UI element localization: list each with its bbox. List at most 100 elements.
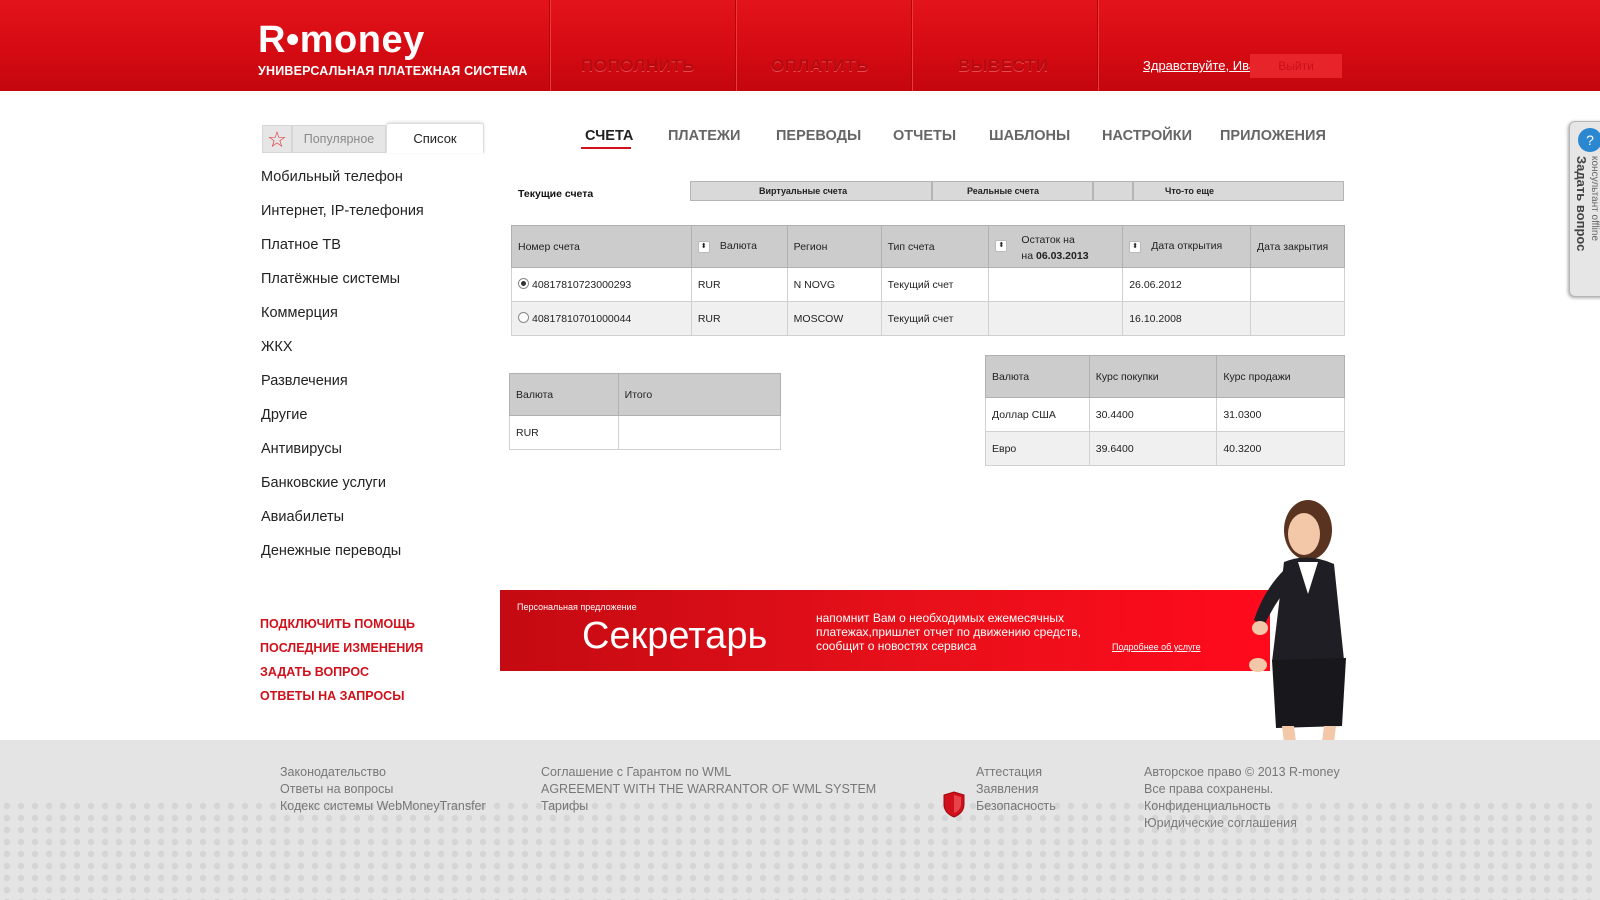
account-number: 40817810723000293	[532, 279, 632, 291]
footer-link[interactable]: Конфиденциальность	[1144, 798, 1340, 815]
account-number-cell[interactable]: 40817810701000044	[511, 301, 692, 336]
category-item[interactable]: Платное ТВ	[261, 236, 424, 270]
balance-date: 06.03.2013	[1035, 249, 1089, 262]
account-radio[interactable]	[518, 278, 529, 289]
category-item[interactable]: Развлечения	[261, 372, 424, 406]
greeting-link[interactable]: Здравствуйте, Иван	[1143, 58, 1263, 73]
footer-link[interactable]: Аттестация	[976, 764, 1056, 781]
category-item[interactable]: Денежные переводы	[261, 542, 424, 576]
sort-icon[interactable]: ⬍	[1129, 240, 1142, 253]
tab-popular[interactable]: Популярное	[292, 125, 386, 153]
chat-icon: ?	[1578, 128, 1600, 152]
col-currency[interactable]: ⬍ Валюта	[690, 225, 788, 268]
subtab-virtual-accounts[interactable]: Виртуальные счета	[690, 181, 932, 201]
close-date-cell	[1250, 301, 1345, 336]
latest-changes-link[interactable]: ПОСЛЕДНИЕ ИЗМЕНЕНИЯ	[260, 641, 423, 665]
tab-list[interactable]: Список	[386, 123, 484, 153]
table-row[interactable]: 40817810701000044 RUR MOSCOW Текущий сче…	[511, 301, 1345, 336]
footer-link[interactable]: Заявления	[976, 781, 1056, 798]
footer-link[interactable]: Соглашение с Гарантом по WML	[541, 764, 876, 781]
sort-icon[interactable]: ⬍	[697, 240, 710, 253]
logo-text: R•money	[258, 19, 425, 61]
table-row: RUR	[509, 415, 782, 450]
footer-col-2: Соглашение с Гарантом по WML AGREEMENT W…	[541, 764, 876, 815]
col-total: Итого	[617, 373, 782, 416]
footer-col-4: Авторское право © 2013 R-money Все права…	[1144, 764, 1340, 832]
col-balance[interactable]: ⬍ Остаток на на 06.03.2013	[988, 225, 1124, 268]
tab-templates[interactable]: ШАБЛОНЫ	[989, 128, 1070, 144]
footer-link[interactable]: Ответы на вопросы	[280, 781, 486, 798]
sell-rate-cell: 31.0300	[1216, 397, 1345, 432]
category-item[interactable]: Банковские услуги	[261, 474, 424, 508]
ask-question-link[interactable]: ЗАДАТЬ ВОПРОС	[260, 665, 423, 689]
shield-icon	[943, 791, 965, 818]
help-links: ПОДКЛЮЧИТЬ ПОМОЩЬ ПОСЛЕДНИЕ ИЗМЕНЕНИЯ ЗА…	[260, 617, 423, 713]
footer-col-1: Законодательство Ответы на вопросы Кодек…	[280, 764, 486, 815]
tab-accounts[interactable]: СЧЕТА	[585, 128, 633, 144]
category-item[interactable]: Авиабилеты	[261, 508, 424, 542]
footer-link[interactable]: Тарифы	[541, 798, 876, 815]
header-divider	[549, 0, 550, 91]
footer-link[interactable]: Кодекс системы WebMoneyTransfer	[280, 798, 486, 815]
col-currency: Валюта	[509, 373, 619, 416]
col-account-number: Номер счета	[511, 225, 692, 268]
col-region: Регион	[786, 225, 882, 268]
category-item[interactable]: Коммерция	[261, 304, 424, 338]
subtab-other[interactable]: Что-то еще	[1133, 181, 1344, 201]
subtab-empty[interactable]	[1093, 181, 1133, 201]
subtab-current-accounts[interactable]: Текущие счета	[518, 188, 593, 200]
logo-subtitle: УНИВЕРСАЛЬНАЯ ПЛАТЕЖНАЯ СИСТЕМА	[258, 64, 528, 78]
answers-link[interactable]: ОТВЕТЫ НА ЗАПРОСЫ	[260, 689, 423, 713]
copyright-text: Авторское право © 2013 R-money	[1144, 765, 1340, 779]
tab-payments[interactable]: ПЛАТЕЖИ	[668, 128, 740, 144]
ask-widget-title: Задать вопрос	[1574, 156, 1589, 252]
tab-reports[interactable]: ОТЧЕТЫ	[893, 128, 956, 144]
balance-cell	[988, 267, 1124, 302]
buy-rate-cell: 30.4400	[1088, 397, 1218, 432]
category-item[interactable]: ЖКХ	[261, 338, 424, 372]
banner-caption: Персональная предложение	[517, 602, 637, 612]
category-item[interactable]: Мобильный телефон	[261, 168, 424, 202]
type-cell: Текущий счет	[880, 301, 990, 336]
totals-table: Валюта Итого RUR	[509, 373, 782, 450]
account-radio[interactable]	[518, 312, 529, 323]
promo-banner[interactable]: Персональная предложение Секретарь напом…	[500, 590, 1270, 671]
account-subtabs: Текущие счета Виртуальные счета Реальные…	[510, 181, 1344, 201]
connect-help-link[interactable]: ПОДКЛЮЧИТЬ ПОМОЩЬ	[260, 617, 423, 641]
balance-date-prefix: на	[1021, 249, 1034, 262]
ask-question-widget[interactable]: ? Задать вопрос консультант offline	[1569, 121, 1600, 297]
col-open-date-label: Дата открытия	[1151, 240, 1223, 253]
nav-top-up[interactable]: ПОПОЛНИТЬ	[581, 56, 695, 76]
tab-transfers[interactable]: ПЕРЕВОДЫ	[776, 128, 861, 144]
table-row[interactable]: 40817810723000293 RUR N NOVG Текущий сче…	[511, 267, 1345, 302]
col-account-type: Тип счета	[880, 225, 990, 268]
category-item[interactable]: Интернет, IP-телефония	[261, 202, 424, 236]
nav-pay[interactable]: ОПЛАТИТЬ	[771, 56, 869, 76]
category-item[interactable]: Другие	[261, 406, 424, 440]
logo[interactable]: R•money УНИВЕРСАЛЬНАЯ ПЛАТЕЖНАЯ СИСТЕМА	[258, 20, 528, 78]
footer-link[interactable]: Законодательство	[280, 764, 486, 781]
currency-cell: RUR	[509, 415, 619, 450]
subtab-real-accounts[interactable]: Реальные счета	[932, 181, 1093, 201]
currency-cell: RUR	[690, 301, 788, 336]
footer-link[interactable]: AGREEMENT WITH THE WARRANTOR OF WML SYST…	[541, 781, 876, 798]
banner-more-link[interactable]: Подробнее об услуге	[1112, 642, 1201, 652]
total-cell	[617, 415, 782, 450]
star-icon[interactable]: ☆	[262, 125, 292, 153]
currency-cell: Евро	[985, 431, 1090, 466]
tab-settings[interactable]: НАСТРОЙКИ	[1102, 128, 1192, 144]
category-item[interactable]: Платёжные системы	[261, 270, 424, 304]
category-item[interactable]: Антивирусы	[261, 440, 424, 474]
footer-link[interactable]: Безопасность	[976, 798, 1056, 815]
buy-rate-cell: 39.6400	[1088, 431, 1218, 466]
footer-link[interactable]: Юридические соглашения	[1144, 815, 1340, 832]
logout-button[interactable]: Выйти	[1250, 54, 1342, 78]
header-divider	[735, 0, 736, 91]
col-open-date[interactable]: ⬍ Дата открытия	[1122, 225, 1252, 268]
region-cell: N NOVG	[786, 267, 882, 302]
account-number-cell[interactable]: 40817810723000293	[511, 267, 692, 302]
sort-icon[interactable]: ⬍	[995, 239, 1008, 252]
ask-widget-status: консультант offline	[1589, 156, 1600, 242]
tab-applications[interactable]: ПРИЛОЖЕНИЯ	[1220, 128, 1326, 144]
nav-withdraw[interactable]: ВЫВЕСТИ	[958, 56, 1049, 76]
